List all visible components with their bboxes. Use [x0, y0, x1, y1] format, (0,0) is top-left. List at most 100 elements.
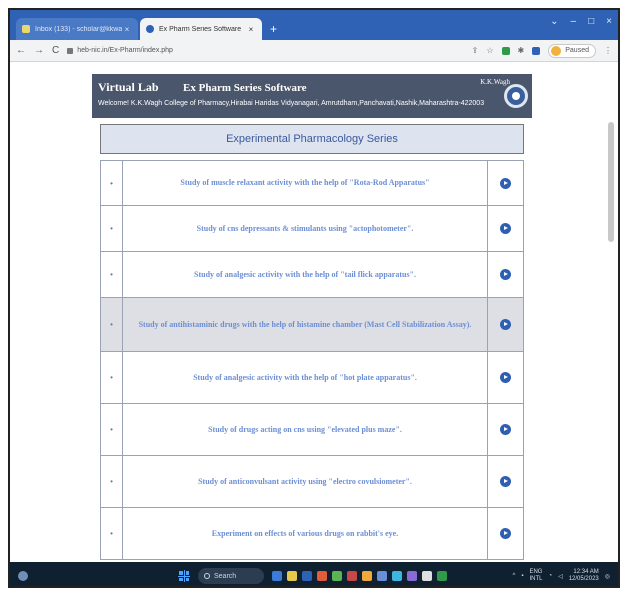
experiment-row[interactable]: • Experiment on effects of various drugs…: [100, 508, 524, 560]
close-window-button[interactable]: ×: [606, 16, 612, 27]
virtual-lab-title: Virtual Lab: [98, 80, 159, 94]
search-icon: [204, 573, 210, 579]
clock-date: 12/05/2023: [568, 576, 599, 582]
play-arrow-icon: [500, 424, 511, 435]
taskbar-app-icon[interactable]: [347, 571, 357, 581]
profile-paused-button[interactable]: Paused: [548, 43, 596, 58]
taskbar-app-icon[interactable]: [422, 571, 432, 581]
bullet-icon: •: [101, 206, 123, 251]
go-button[interactable]: [487, 206, 523, 251]
experiment-title[interactable]: Study of anticonvulsant activity using "…: [123, 456, 487, 507]
language-indicator[interactable]: ENG INTL: [529, 569, 542, 583]
bullet-icon: •: [101, 404, 123, 455]
volume-icon[interactable]: ◁: [558, 573, 563, 580]
forward-arrow-icon[interactable]: →: [34, 45, 44, 56]
tab-search-button[interactable]: ⌄: [550, 16, 558, 27]
menu-kebab-icon[interactable]: ⋮: [604, 46, 612, 55]
taskbar-app-icon[interactable]: [377, 571, 387, 581]
experiment-title[interactable]: Experiment on effects of various drugs o…: [123, 508, 487, 559]
taskbar-app-icon[interactable]: [362, 571, 372, 581]
taskbar-app-icon[interactable]: [287, 571, 297, 581]
tab-ex-pharm[interactable]: Ex Pharm Series Software ×: [140, 18, 262, 40]
tray-app-icon[interactable]: ▪: [521, 573, 523, 579]
play-arrow-icon: [500, 476, 511, 487]
taskbar-app-icon[interactable]: [392, 571, 402, 581]
taskbar-app-icon[interactable]: [317, 571, 327, 581]
bullet-icon: •: [101, 298, 123, 351]
experiment-title[interactable]: Study of analgesic activity with the hel…: [123, 352, 487, 403]
college-logo-icon: [504, 84, 528, 108]
play-arrow-icon: [500, 177, 511, 189]
bookmark-star-icon[interactable]: ☆: [486, 46, 493, 55]
taskbar-app-icon[interactable]: [272, 571, 282, 581]
extensions-puzzle-icon[interactable]: ✱: [518, 46, 525, 55]
play-arrow-icon: [500, 319, 511, 330]
tab-close-icon[interactable]: ×: [246, 25, 256, 34]
new-tab-button[interactable]: +: [270, 22, 277, 36]
experiment-row[interactable]: • Study of cns depressants & stimulants …: [100, 206, 524, 252]
minimize-button[interactable]: –: [571, 16, 577, 27]
back-arrow-icon[interactable]: ←: [16, 45, 26, 56]
tray-chevron-icon[interactable]: ^: [512, 573, 515, 579]
wifi-icon[interactable]: ◔: [548, 573, 552, 579]
bullet-icon: •: [101, 456, 123, 507]
experiment-row[interactable]: • Study of analgesic activity with the h…: [100, 352, 524, 404]
address-bar[interactable]: heb-nic.in/Ex-Pharm/index.php: [67, 47, 471, 54]
experiment-title[interactable]: Study of drugs acting on cns using "elev…: [123, 404, 487, 455]
mail-icon: [22, 25, 30, 33]
experiment-row[interactable]: • Study of analgesic activity with the h…: [100, 252, 524, 298]
play-arrow-icon: [500, 269, 511, 280]
taskbar-app-icon[interactable]: [437, 571, 447, 581]
url-text: heb-nic.in/Ex-Pharm/index.php: [77, 47, 173, 54]
browser-tab-strip: Inbox (133) - scholar@kkwagh... × Ex Pha…: [10, 10, 618, 40]
welcome-text: Welcome! K.K.Wagh College of Pharmacy,Hi…: [98, 100, 485, 107]
app-title: Ex Pharm Series Software: [183, 82, 307, 94]
taskbar-app-icon[interactable]: [407, 571, 417, 581]
language-code: ENG: [529, 569, 543, 575]
tab-close-icon[interactable]: ×: [122, 25, 132, 34]
share-icon[interactable]: ⇪: [472, 46, 479, 55]
sidepanel-icon[interactable]: [532, 46, 541, 55]
windows-start-icon[interactable]: [178, 570, 190, 582]
extension-icon[interactable]: [501, 46, 510, 55]
taskbar-clock[interactable]: 12:34 AM 12/05/2023: [569, 569, 599, 583]
experiment-title[interactable]: Study of analgesic activity with the hel…: [123, 252, 487, 297]
experiment-row[interactable]: • Study of drugs acting on cns using "el…: [100, 404, 524, 456]
reload-icon[interactable]: C: [52, 45, 59, 56]
site-favicon-icon: [146, 25, 154, 33]
experiment-row[interactable]: • Study of anticonvulsant activity using…: [100, 456, 524, 508]
go-button[interactable]: [487, 456, 523, 507]
system-tray: ^ ▪ ENG INTL ◔ ◁ 12:34 AM 12/05/2023 ◎: [512, 569, 610, 583]
maximize-button[interactable]: □: [588, 16, 594, 27]
play-arrow-icon: [500, 223, 511, 234]
experiment-row[interactable]: • Study of muscle relaxant activity with…: [100, 160, 524, 206]
series-title: Experimental Pharmacology Series: [226, 133, 398, 145]
bullet-icon: •: [101, 252, 123, 297]
experiment-title[interactable]: Study of cns depressants & stimulants us…: [123, 206, 487, 251]
lock-icon: [67, 47, 74, 54]
taskbar-search-box[interactable]: Search: [198, 568, 264, 584]
go-button[interactable]: [487, 404, 523, 455]
site-header: Virtual Lab Ex Pharm Series Software K.K…: [92, 74, 532, 118]
bullet-icon: •: [101, 352, 123, 403]
weather-widget-icon[interactable]: [18, 571, 28, 581]
experiment-row-highlighted[interactable]: • Study of antihistaminic drugs with the…: [100, 298, 524, 352]
go-button[interactable]: [487, 352, 523, 403]
notification-icon[interactable]: ◎: [605, 573, 610, 580]
avatar: [551, 45, 562, 56]
taskbar-app-icon[interactable]: [332, 571, 342, 581]
go-button[interactable]: [487, 508, 523, 559]
experiment-title[interactable]: Study of muscle relaxant activity with t…: [123, 161, 487, 205]
browser-toolbar: ← → C heb-nic.in/Ex-Pharm/index.php ⇪ ☆ …: [10, 40, 618, 62]
taskbar-search-label: Search: [214, 572, 237, 580]
go-button[interactable]: [487, 161, 523, 205]
paused-label: Paused: [565, 47, 589, 54]
taskbar-app-icon[interactable]: [302, 571, 312, 581]
go-button[interactable]: [487, 252, 523, 297]
keyboard-layout: INTL: [529, 576, 543, 582]
experiment-title[interactable]: Study of antihistaminic drugs with the h…: [123, 298, 487, 351]
vertical-scrollbar[interactable]: [608, 122, 614, 242]
tab-inbox[interactable]: Inbox (133) - scholar@kkwagh... ×: [16, 18, 138, 40]
go-button[interactable]: [487, 298, 523, 351]
clock-time: 12:34 AM: [573, 569, 599, 575]
